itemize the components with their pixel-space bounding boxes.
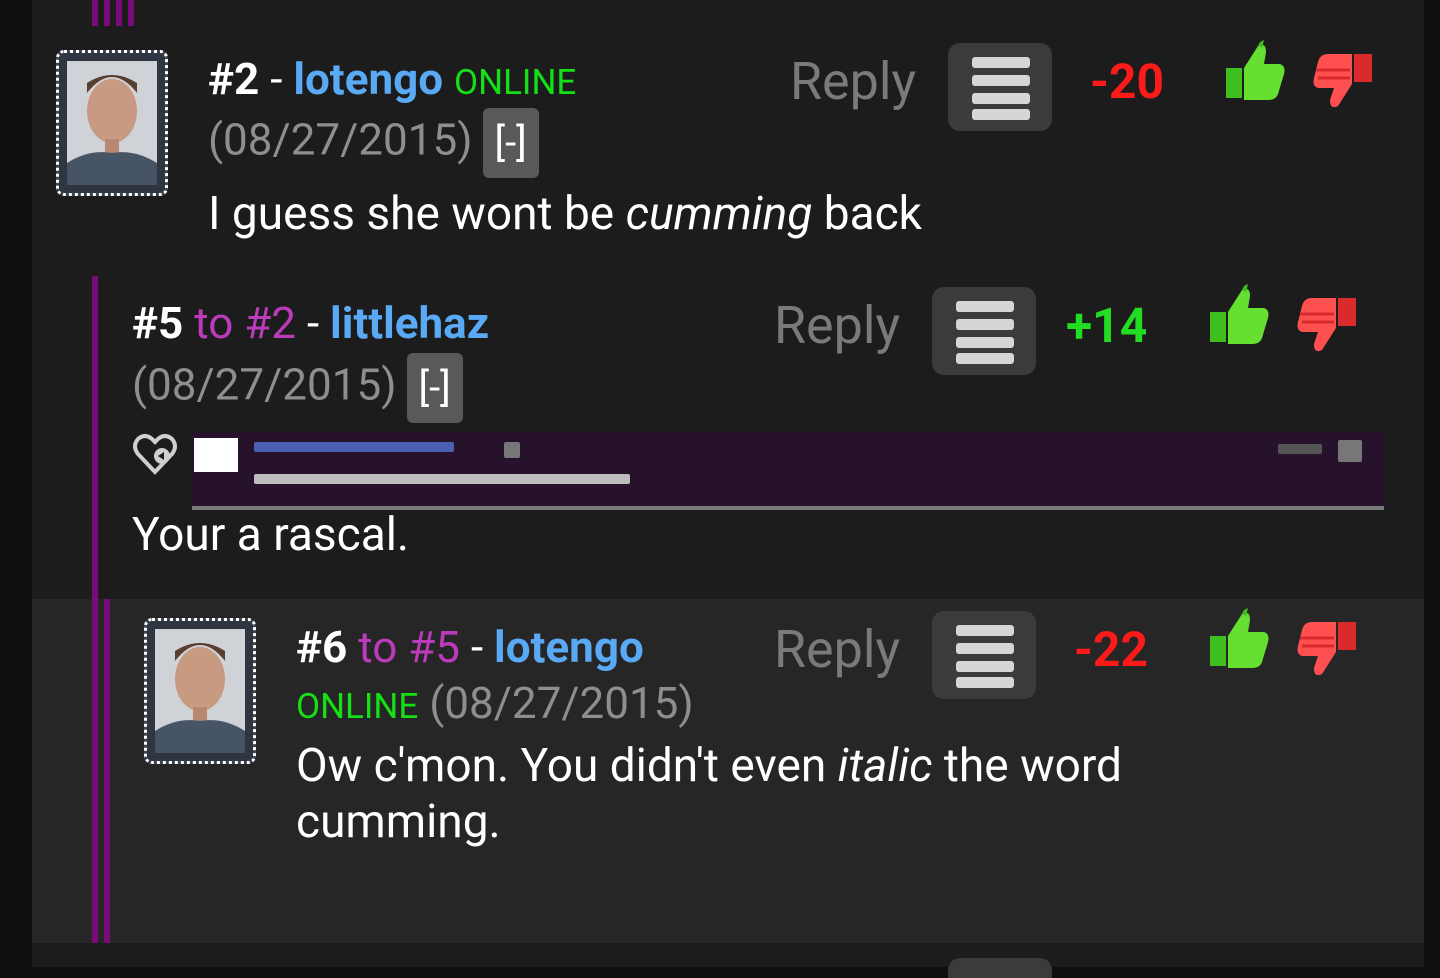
comment-number[interactable]: #6 — [296, 621, 347, 673]
comment-number[interactable]: #2 — [208, 53, 259, 105]
body-text-italic: cumming — [625, 187, 813, 241]
vote-score: -20 — [1090, 53, 1164, 110]
body-text: back — [812, 187, 922, 241]
body-text: I guess she wont be — [208, 187, 626, 241]
comment-date: (08/27/2015) [-] — [208, 108, 539, 178]
embedded-screenshot[interactable] — [192, 432, 1384, 510]
thread-line — [104, 599, 110, 943]
user-photo — [147, 621, 253, 761]
thumbs-up-icon[interactable] — [1206, 606, 1272, 672]
comment-body: Your a rascal. — [132, 508, 410, 562]
mini-reply — [1278, 444, 1322, 454]
thread-line — [116, 0, 122, 26]
thread-line — [92, 0, 98, 26]
menu-button[interactable] — [948, 43, 1052, 131]
thumbs-down-icon[interactable] — [1294, 292, 1360, 358]
next-comment-menu[interactable] — [948, 958, 1052, 978]
online-status: ONLINE — [454, 62, 577, 103]
comment-body: Ow c'mon. You didn't even italic the wor… — [296, 738, 1122, 850]
thread-line — [104, 0, 110, 26]
vote-score: -22 — [1074, 621, 1148, 678]
reply-to-link[interactable]: to #5 — [358, 621, 460, 673]
reply-button[interactable]: Reply — [790, 52, 916, 112]
comment-header: #5 to #2 - littlehaz — [132, 298, 489, 348]
body-text-italic: italic — [837, 739, 933, 793]
vote-score: +14 — [1066, 297, 1148, 354]
username-link[interactable]: lotengo — [293, 53, 443, 105]
collapse-button[interactable]: [-] — [482, 108, 539, 178]
menu-button[interactable] — [932, 611, 1036, 699]
thumbs-up-icon[interactable] — [1206, 282, 1272, 348]
avatar[interactable] — [144, 618, 256, 764]
collapse-button[interactable]: [-] — [406, 353, 463, 423]
date-text: (08/27/2015) — [132, 358, 397, 411]
reply-button[interactable]: Reply — [774, 620, 900, 680]
date-text: (08/27/2015) — [429, 677, 694, 729]
mini-avatar — [194, 438, 238, 472]
mini-menu — [1338, 440, 1362, 462]
thread-line — [128, 0, 134, 26]
comment-body: I guess she wont be cumming back — [208, 186, 922, 242]
online-status: ONLINE — [296, 686, 419, 727]
comment-date: (08/27/2015) [-] — [132, 353, 463, 423]
body-text: the word — [932, 739, 1122, 793]
thumbs-up-icon[interactable] — [1222, 38, 1288, 104]
comment-header: #2 - lotengo ONLINE — [208, 54, 576, 108]
user-photo — [59, 53, 165, 193]
body-text: Ow c'mon. You didn't even — [296, 739, 838, 793]
comment-number[interactable]: #5 — [132, 297, 183, 349]
separator: - — [470, 621, 484, 673]
mini-body-line — [254, 474, 630, 484]
thumbs-down-icon[interactable] — [1294, 616, 1360, 682]
username-link[interactable]: lotengo — [494, 621, 644, 673]
date-text: (08/27/2015) — [208, 113, 473, 166]
username-link[interactable]: littlehaz — [330, 297, 489, 349]
reply-button[interactable]: Reply — [774, 296, 900, 356]
reply-to-link[interactable]: to #2 — [194, 297, 296, 349]
thumbs-down-icon[interactable] — [1310, 48, 1376, 114]
comment-header: #6 to #5 - lotengo — [296, 622, 644, 672]
mini-header-line — [254, 442, 454, 452]
body-text: cumming. — [296, 795, 501, 849]
avatar[interactable] — [56, 50, 168, 196]
separator: - — [270, 53, 283, 105]
mini-tag — [504, 442, 520, 458]
menu-button[interactable] — [932, 287, 1036, 375]
comment-date: ONLINE (08/27/2015) — [296, 678, 694, 732]
heart-reply-icon — [133, 434, 177, 475]
thread-line — [92, 599, 98, 943]
separator: - — [306, 297, 320, 349]
